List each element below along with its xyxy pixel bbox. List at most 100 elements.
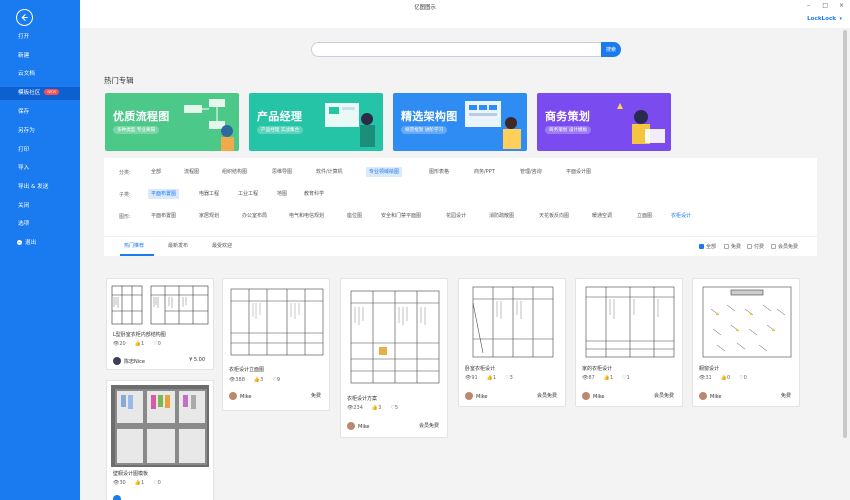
category-chip[interactable]: 组织结构图	[219, 167, 250, 177]
close-icon[interactable]: ×	[839, 2, 844, 9]
category-chip[interactable]: 管理/咨询	[517, 167, 545, 177]
category-chip[interactable]: 软件/计算机	[313, 167, 346, 177]
category-chip[interactable]: 思维导图	[269, 167, 295, 177]
card-stats: 👁20 👍1 ♡0	[113, 341, 170, 347]
template-thumbnail	[697, 283, 795, 361]
card-stats: 👁234 👍3 ♡5	[347, 405, 398, 411]
card-title: 壁橱设计图模板	[113, 471, 149, 477]
shape-chip[interactable]: 天花板反向图	[536, 211, 572, 221]
shape-chip[interactable]: 花园设计	[443, 211, 469, 221]
back-arrow-icon[interactable]	[16, 9, 33, 26]
card-stats: 👁388 👍3 ♡9	[229, 377, 280, 383]
section-title-hot: 热门专辑	[104, 76, 134, 85]
sidebar-item-template-community[interactable]: 模板社区 NEW	[0, 87, 80, 100]
card-price: 会员免费	[536, 393, 557, 399]
subcategory-chip-selected[interactable]: 平面布置图	[148, 189, 180, 199]
category-chip[interactable]: 商务/PPT	[471, 167, 498, 177]
sidebar-item-cloud[interactable]: 云文档	[0, 68, 80, 81]
sidebar: 打开 新建 云文档 模板社区 NEW 保存 另存为 打印 导入 导出 & 发送 关…	[0, 0, 80, 500]
checkbox-member-free[interactable]: 会员免费	[771, 243, 798, 250]
likes-icon: 👍1	[134, 341, 145, 347]
shape-chip[interactable]: 电气和电信规划	[286, 211, 327, 221]
template-thumbnail	[111, 283, 209, 327]
shape-chip[interactable]: 座位图	[344, 211, 365, 221]
maximize-icon[interactable]: □	[822, 2, 828, 9]
tab-hot[interactable]: 热门推荐	[124, 242, 144, 249]
card-price: 免费	[310, 393, 321, 399]
shape-chip[interactable]: 暖通空调	[589, 211, 615, 221]
search-input[interactable]	[311, 42, 601, 57]
template-card[interactable]: L型卧室衣柜内部结构图 👁20 👍1 ♡0 陈忠Nice ¥ 5.00	[106, 278, 214, 370]
scrollbar-thumb[interactable]	[843, 30, 847, 438]
scrollbar[interactable]	[843, 30, 847, 500]
sidebar-item-close[interactable]: 关闭	[0, 200, 80, 213]
checkbox-all[interactable]: 全部	[699, 243, 716, 250]
app-title: 亿图图示	[414, 5, 436, 11]
sidebar-item-export[interactable]: 导出 & 发送	[0, 181, 80, 194]
subcategory-chip[interactable]: 电器工程	[196, 189, 222, 199]
banner-product-manager[interactable]: 产品经理 产品经理 实战集合	[249, 93, 383, 151]
subcategory-chip[interactable]: 工业工程	[235, 189, 261, 199]
card-author: Mike	[699, 392, 722, 400]
card-author: 陈忠Nice	[113, 357, 145, 365]
template-card[interactable]: 橱窗设计 👁31 👍0 ♡0 Mike 免费	[692, 278, 800, 407]
shape-chip[interactable]: 家居规划	[196, 211, 222, 221]
card-price: 会员免费	[653, 393, 674, 399]
template-thumbnail	[345, 283, 443, 388]
sidebar-item-options[interactable]: 选项	[0, 218, 80, 231]
favs-icon: ♡0	[153, 341, 161, 347]
card-author: Mike	[347, 422, 370, 430]
banner-architecture[interactable]: 精选架构图 规范框架 进阶学习	[393, 93, 527, 151]
card-price: 免费	[780, 393, 791, 399]
card-author	[113, 495, 124, 500]
tab-latest[interactable]: 最新发布	[168, 242, 188, 249]
card-title: 衣柜设计立面图	[229, 367, 265, 373]
shape-chip[interactable]: 安全和门禁平面图	[378, 211, 424, 221]
template-card[interactable]: 衣柜设计立面图 👁388 👍3 ♡9 Mike 免费	[222, 278, 330, 411]
subcategory-chip[interactable]: 地图	[274, 189, 290, 199]
flowchart-illustration-icon	[184, 99, 234, 151]
banner-flowchart[interactable]: 优质流程图 多种类型 专业离隔	[105, 93, 239, 151]
sidebar-item-import[interactable]: 导入	[0, 162, 80, 175]
search-button[interactable]: 搜索	[601, 42, 621, 57]
sidebar-item-save-as[interactable]: 另存为	[0, 125, 80, 138]
template-card[interactable]: 家的衣柜设计 👁87 👍1 ♡1 Mike 会员免费	[575, 278, 683, 407]
template-card[interactable]: 卧室衣柜设计 👁91 👍1 ♡3 Mike 会员免费	[458, 278, 566, 407]
new-badge: NEW	[44, 89, 60, 95]
category-chip[interactable]: 流程图	[181, 167, 202, 177]
card-author: Mike	[465, 392, 488, 400]
banner-business-planning[interactable]: 商务策划 商务策划 设计模板	[537, 93, 671, 151]
category-chip[interactable]: 平面设计图	[563, 167, 594, 177]
card-title: 衣柜设计方案	[347, 396, 378, 402]
avatar	[582, 392, 590, 400]
shape-chip[interactable]: 消防疏散图	[486, 211, 517, 221]
category-chip-selected[interactable]: 专业领域绘图	[366, 167, 403, 177]
chevron-down-icon[interactable]: ▾	[839, 16, 842, 22]
category-chip[interactable]: 全部	[148, 167, 164, 177]
shape-chip[interactable]: 平面布置图	[148, 211, 179, 221]
category-chip[interactable]: 图形表格	[426, 167, 452, 177]
shape-chip[interactable]: 立面图	[634, 211, 655, 221]
business-illustration-icon	[617, 103, 665, 144]
card-stats: 👁91 👍1 ♡3	[465, 375, 513, 381]
sidebar-item-exit[interactable]: − 退出	[0, 237, 80, 250]
user-name[interactable]: LockLock	[807, 16, 836, 22]
sidebar-item-open[interactable]: 打开	[0, 31, 80, 44]
exit-icon: −	[17, 240, 22, 245]
card-price: 会员免费	[418, 423, 439, 429]
subcategory-chip[interactable]: 教育科学	[301, 189, 327, 199]
minimize-icon[interactable]: –	[807, 2, 810, 9]
template-card[interactable]: 壁橱设计图模板 👁30 👍1 ♡0	[106, 380, 214, 500]
card-title: L型卧室衣柜内部结构图	[113, 332, 166, 338]
checkbox-paid[interactable]: 付费	[747, 243, 764, 250]
template-community-main: 搜索 热门专辑 优质流程图 多种类型 专业离隔 产品经理 产品经理 实战集合 精…	[80, 28, 850, 500]
product-manager-illustration-icon	[325, 103, 375, 147]
shape-chip[interactable]: 办公室布局	[239, 211, 270, 221]
tab-popular[interactable]: 最受欢迎	[212, 242, 232, 249]
sidebar-item-save[interactable]: 保存	[0, 106, 80, 119]
shape-chip-wardrobe[interactable]: 衣柜设计	[668, 211, 694, 221]
sidebar-item-new[interactable]: 新建	[0, 50, 80, 63]
sidebar-item-print[interactable]: 打印	[0, 144, 80, 157]
checkbox-free[interactable]: 免费	[724, 243, 741, 250]
template-card[interactable]: 衣柜设计方案 👁234 👍3 ♡5 Mike 会员免费	[340, 278, 448, 438]
